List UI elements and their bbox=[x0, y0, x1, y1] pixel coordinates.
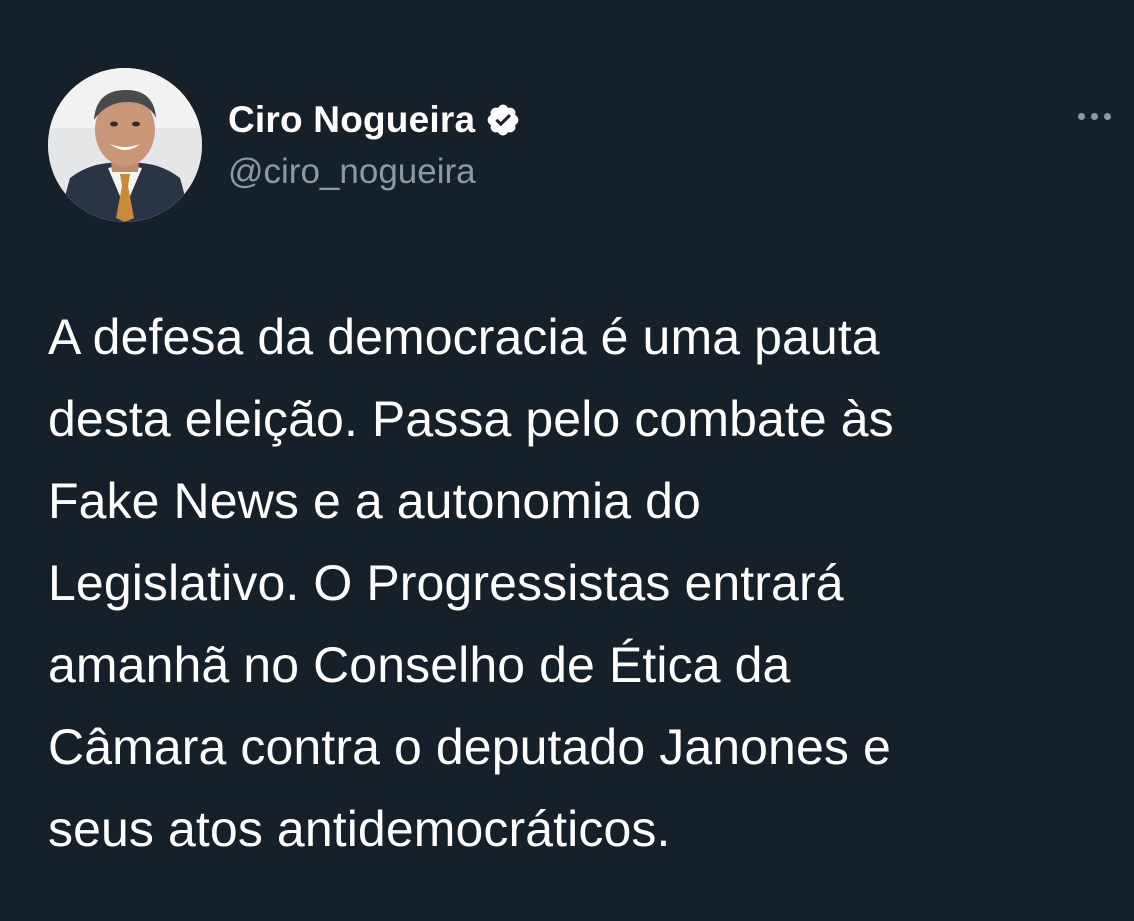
author-name-row: Ciro Nogueira bbox=[228, 98, 521, 142]
dot bbox=[1090, 112, 1098, 120]
author-display-name[interactable]: Ciro Nogueira bbox=[228, 98, 475, 142]
dot bbox=[1077, 112, 1085, 120]
tweet-text: A defesa da democracia é uma pauta desta… bbox=[48, 309, 894, 857]
avatar-photo bbox=[48, 68, 202, 222]
dot bbox=[1103, 112, 1111, 120]
author-avatar[interactable] bbox=[48, 68, 202, 222]
more-options-icon[interactable] bbox=[1070, 102, 1118, 130]
author-handle[interactable]: @ciro_nogueira bbox=[228, 150, 476, 194]
verified-badge-icon bbox=[485, 102, 521, 138]
tweet-card: Ciro Nogueira @ciro_nogueira A defesa da… bbox=[0, 0, 1134, 921]
